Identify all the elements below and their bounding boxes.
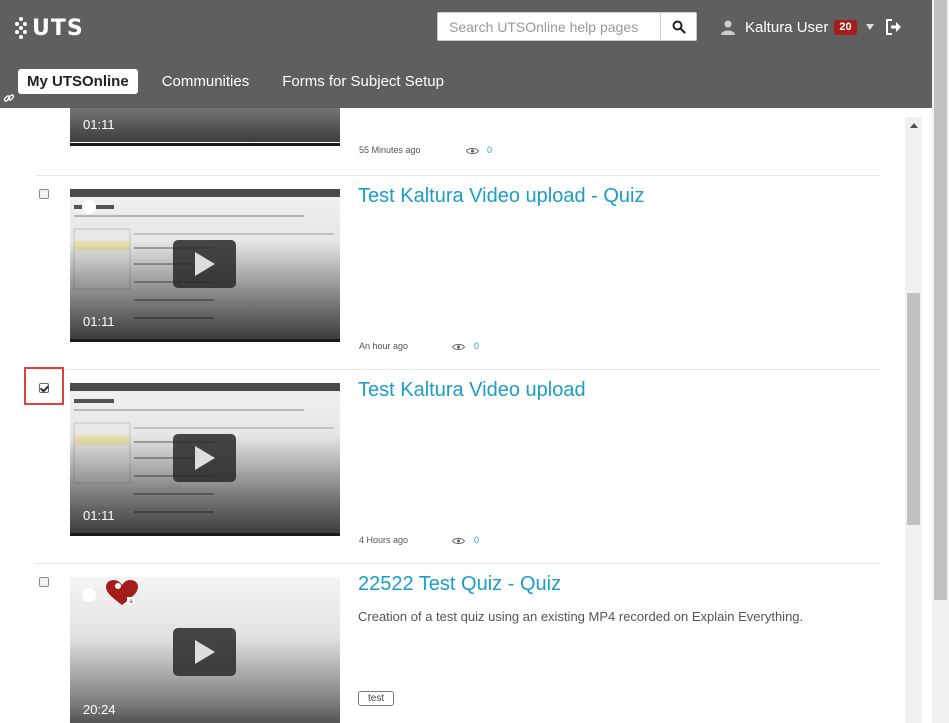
view-count: 0 [474,341,480,351]
divider [35,175,881,176]
search-button[interactable] [660,12,697,41]
divider [35,563,881,564]
entry-description: Creation of a test quiz using an existin… [358,609,804,624]
main-nav: My UTSOnline Communities Forms for Subje… [18,68,468,95]
video-thumbnail[interactable]: 01:11 [70,383,340,533]
logo-text: UTS [32,15,84,41]
play-icon[interactable] [173,628,236,676]
eye-icon [452,343,465,351]
user-icon [721,20,735,35]
user-name: Kaltura User [745,18,829,36]
uts-logo[interactable]: UTS [14,14,84,42]
entry-time: 55 Minutes ago [359,145,421,155]
view-count: 0 [487,145,493,155]
tab-my-utsonline[interactable]: My UTSOnline [18,69,138,94]
search-icon [672,20,686,34]
divider [35,369,881,370]
entry-time: An hour ago [359,341,409,351]
media-entry: a 20:24 22522 Test Quiz - Quiz Creation … [0,563,905,723]
top-bar: UTS Kaltura User 20 My UTSOnline Communi… [0,0,932,108]
status-dot [82,200,96,214]
uts-logo-icon [15,17,27,39]
select-checkbox[interactable] [39,189,49,199]
status-dot [82,588,96,602]
notification-badge: 20 [834,19,857,35]
search-input[interactable] [437,12,661,41]
eye-icon [466,147,479,155]
media-entry: 01:11 55 Minutes ago 0 [0,108,905,176]
tab-forms-for-subject-setup[interactable]: Forms for Subject Setup [273,69,453,94]
video-thumbnail[interactable]: 01:11 [70,108,340,142]
select-checkbox[interactable] [39,383,49,393]
user-menu[interactable]: Kaltura User 20 [720,16,874,38]
video-thumbnail[interactable]: a 20:24 [70,577,340,723]
entry-tag[interactable]: test [358,691,395,706]
entry-title[interactable]: 22522 Test Quiz - Quiz [358,573,561,596]
entry-title[interactable]: Test Kaltura Video upload [358,379,586,402]
quiz-icon: a [106,580,138,605]
video-duration: 20:24 [83,702,116,717]
video-duration: 01:11 [83,117,115,132]
scroll-thumb[interactable] [907,293,920,525]
thumbnail-underline [70,533,340,536]
view-count: 0 [474,535,480,545]
thumbnail-underline [70,339,340,342]
video-duration: 01:11 [83,508,115,523]
logout-icon[interactable] [885,18,903,36]
media-list: 01:11 55 Minutes ago 0 01:11 Test Kaltur… [0,108,905,723]
video-thumbnail[interactable]: 01:11 [70,189,340,339]
tab-communities[interactable]: Communities [153,69,259,94]
page-scroll-thumb[interactable] [934,0,947,600]
video-duration: 01:11 [83,314,115,329]
entry-time: 4 Hours ago [359,535,409,545]
chevron-down-icon[interactable] [865,24,874,30]
media-entry: 01:11 Test Kaltura Video upload - Quiz A… [0,175,905,369]
link-icon[interactable] [3,92,15,104]
media-entry: 01:11 Test Kaltura Video upload 4 Hours … [0,367,905,563]
play-icon[interactable] [173,434,236,482]
select-checkbox[interactable] [39,577,49,587]
content-scrollbar[interactable] [905,117,922,723]
scroll-up-arrow[interactable] [905,117,922,134]
entry-title[interactable]: Test Kaltura Video upload - Quiz [358,185,644,208]
eye-icon [452,537,465,545]
thumbnail-underline [70,143,340,146]
play-icon[interactable] [173,240,236,288]
